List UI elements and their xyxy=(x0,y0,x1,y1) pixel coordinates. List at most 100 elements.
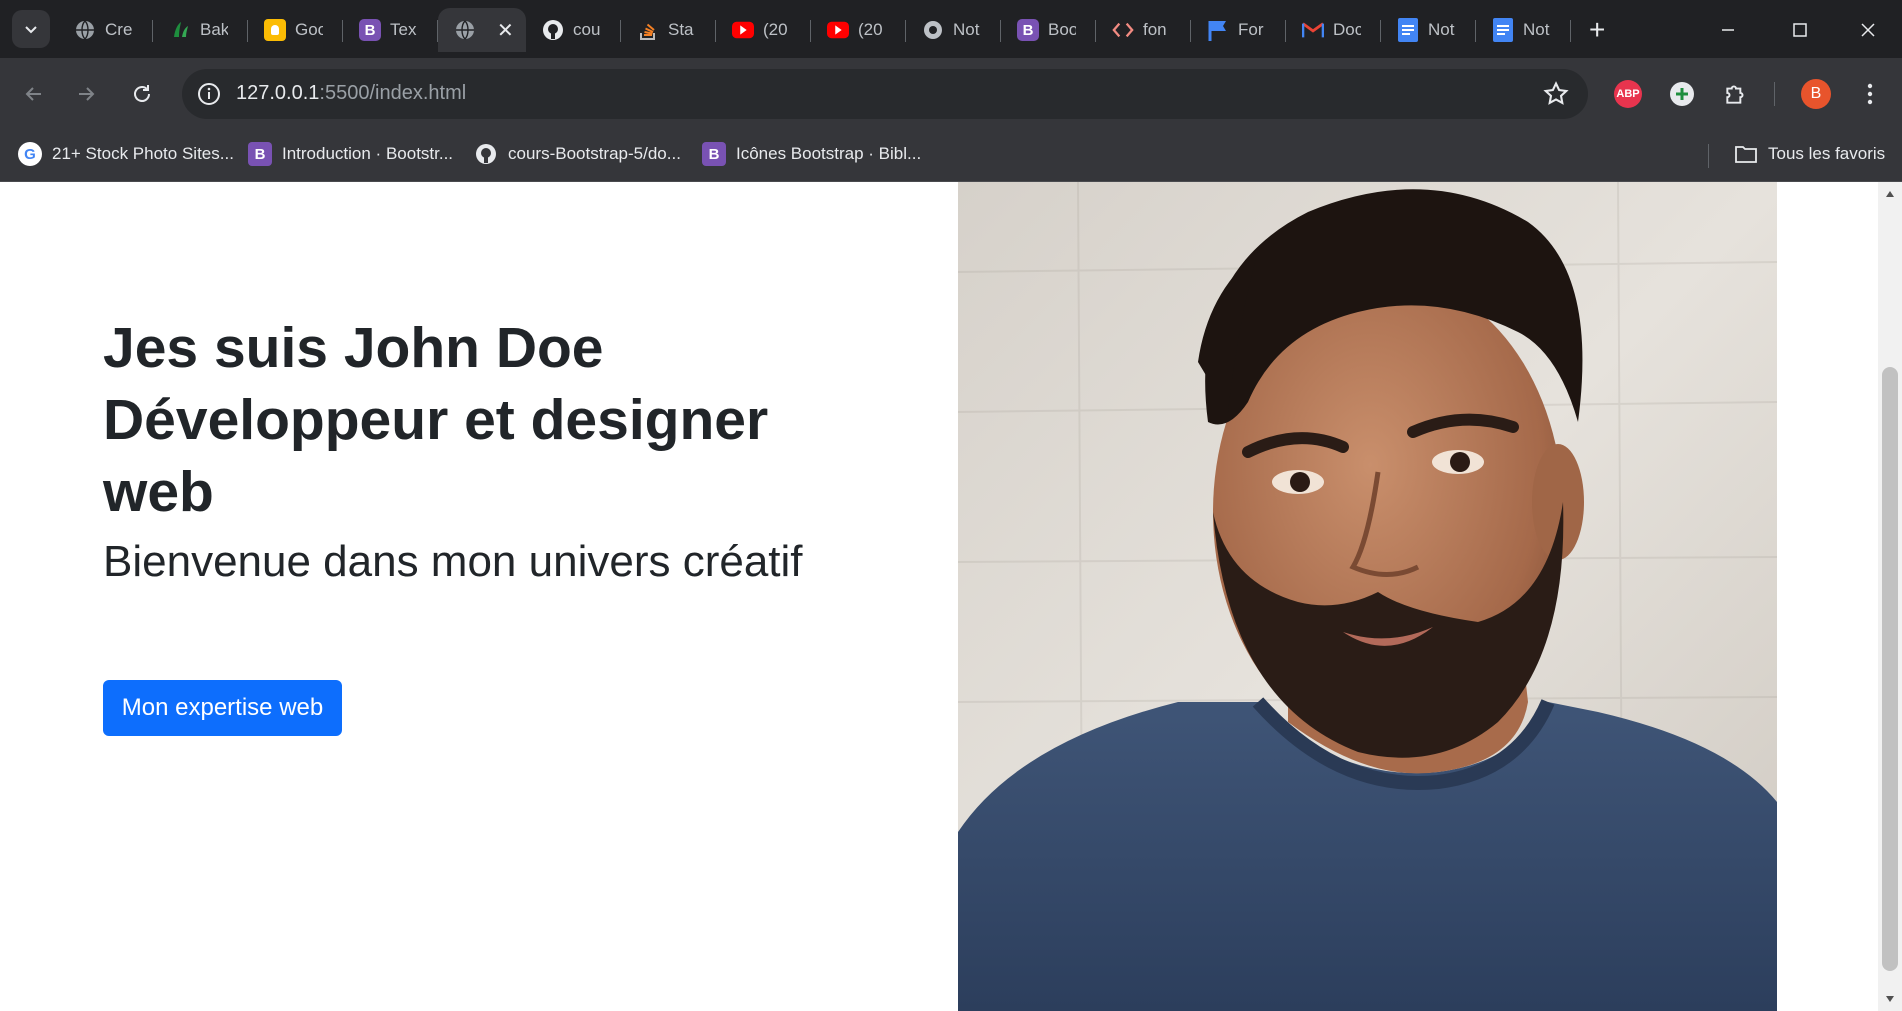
adblock-icon: ABP xyxy=(1614,80,1642,108)
close-window-button[interactable] xyxy=(1840,10,1896,50)
flag-icon xyxy=(1207,19,1229,41)
tab-title: Tex xyxy=(390,20,417,39)
kebab-menu-icon xyxy=(1867,83,1873,105)
tab[interactable]: B Boo xyxy=(1001,8,1096,52)
tab-title: Doc xyxy=(1333,20,1361,39)
bookmark-star-icon[interactable] xyxy=(1542,80,1570,108)
tab[interactable]: cou xyxy=(526,8,621,52)
reload-button[interactable] xyxy=(120,72,164,116)
adblock-extension-button[interactable]: ABP xyxy=(1612,78,1644,110)
info-icon[interactable] xyxy=(196,81,222,107)
title-line: Jes suis John Doe xyxy=(103,316,604,380)
scroll-down-button[interactable] xyxy=(1878,987,1902,1011)
tab-title: Cre xyxy=(105,20,133,39)
stackoverflow-icon xyxy=(637,19,659,41)
tab[interactable]: Cre xyxy=(58,8,153,52)
menu-button[interactable] xyxy=(1854,78,1886,110)
bookmark-item[interactable]: cours-Bootstrap-5/do... xyxy=(474,142,681,166)
new-tab-button[interactable]: + xyxy=(1571,8,1605,58)
title-line: web xyxy=(103,460,214,524)
reload-icon xyxy=(134,85,150,102)
tab[interactable]: fon xyxy=(1096,8,1191,52)
tab[interactable]: Doc xyxy=(1286,8,1381,52)
page-title: Jes suis John Doe Développeur et designe… xyxy=(103,312,923,528)
tab-strip: Cre Bak Goo B Tex ✕ cou Sta (20 (20 Not B Boo fon For D… xyxy=(0,0,1902,58)
minimize-button[interactable] xyxy=(1700,10,1756,50)
code-icon xyxy=(1112,19,1134,41)
avatar: B xyxy=(1801,79,1831,109)
all-bookmarks-button[interactable]: Tous les favoris xyxy=(1734,142,1885,166)
tab-title: Goo xyxy=(295,20,323,39)
tab-list: Cre Bak Goo B Tex ✕ cou Sta (20 (20 Not B Boo fon For D… xyxy=(58,8,1605,58)
address-bar[interactable]: 127.0.0.1:5500/index.html xyxy=(182,69,1588,119)
bookmark-item[interactable]: B Introduction · Bootstr... xyxy=(248,142,453,166)
tab-title: Boo xyxy=(1048,20,1076,39)
github-icon xyxy=(542,19,564,41)
bookmark-label: Icônes Bootstrap · Bibl... xyxy=(736,144,922,163)
caret-up-icon xyxy=(1886,191,1894,197)
page-subtitle: Bienvenue dans mon univers créatif xyxy=(103,537,803,586)
page-viewport: Jes suis John Doe Développeur et designe… xyxy=(0,182,1902,1011)
folder-icon xyxy=(1734,142,1758,166)
forward-button[interactable] xyxy=(64,72,108,116)
arrow-left-icon xyxy=(25,87,41,101)
toolbar-divider xyxy=(1774,82,1775,106)
tab-active[interactable]: ✕ xyxy=(438,8,526,52)
tab-title: Not xyxy=(1428,20,1455,39)
docs-icon xyxy=(1492,18,1514,42)
tab[interactable]: Not xyxy=(1476,8,1571,52)
bookmark-label: 21+ Stock Photo Sites... xyxy=(52,144,234,163)
youtube-icon xyxy=(732,19,754,41)
tab-title: cou xyxy=(573,20,601,39)
profile-button[interactable]: B xyxy=(1800,78,1832,110)
tab[interactable]: Bak xyxy=(153,8,248,52)
tab[interactable]: (20 xyxy=(811,8,906,52)
scrollbar-thumb[interactable] xyxy=(1882,367,1898,971)
page-scrollbar[interactable] xyxy=(1878,182,1902,1011)
tab-title: Sta xyxy=(668,20,694,39)
tab-title: (20 xyxy=(763,20,788,39)
expertise-button[interactable]: Mon expertise web xyxy=(103,680,342,736)
minimize-icon xyxy=(1722,29,1734,31)
globe-icon xyxy=(454,19,476,41)
title-line: Développeur et designer xyxy=(103,388,769,452)
add-extension-button[interactable] xyxy=(1666,78,1698,110)
bookmark-label: Introduction · Bootstr... xyxy=(282,144,454,163)
arrow-right-icon xyxy=(79,87,95,101)
chevron-down-icon xyxy=(25,26,37,34)
bootstrap-icon: B xyxy=(702,142,726,166)
bookmark-item[interactable]: B Icônes Bootstrap · Bibl... xyxy=(702,142,921,166)
maximize-icon xyxy=(1793,23,1807,37)
tab-title: (20 xyxy=(858,20,883,39)
scroll-up-button[interactable] xyxy=(1878,182,1902,206)
keep-icon xyxy=(264,19,286,41)
gmail-icon xyxy=(1302,19,1324,41)
tab[interactable]: Not xyxy=(1381,8,1476,52)
maximize-button[interactable] xyxy=(1772,10,1828,50)
tab-title: Not xyxy=(953,20,980,39)
github-icon xyxy=(474,142,498,166)
bookmarks-divider xyxy=(1708,144,1709,168)
tab-search-button[interactable] xyxy=(12,10,50,48)
puzzle-icon xyxy=(1726,85,1744,104)
chrome-icon xyxy=(922,19,944,41)
globe-icon xyxy=(74,19,96,41)
tab[interactable]: Goo xyxy=(248,8,343,52)
portrait-photo xyxy=(958,182,1777,1011)
close-tab-icon[interactable]: ✕ xyxy=(497,18,514,43)
bookmark-label: cours-Bootstrap-5/do... xyxy=(508,144,681,163)
hero-text: Jes suis John Doe Développeur et designe… xyxy=(103,312,923,590)
plus-circle-icon xyxy=(1670,82,1694,106)
tab[interactable]: Not xyxy=(906,8,1001,52)
bookmark-item[interactable]: G 21+ Stock Photo Sites... xyxy=(18,142,234,166)
tab[interactable]: For xyxy=(1191,8,1286,52)
tab[interactable]: Sta xyxy=(621,8,716,52)
tab-title: Bak xyxy=(200,20,228,39)
google-icon: G xyxy=(18,142,42,166)
docs-icon xyxy=(1397,18,1419,42)
extensions-button[interactable] xyxy=(1720,78,1752,110)
tab[interactable]: B Tex xyxy=(343,8,438,52)
back-button[interactable] xyxy=(12,72,56,116)
url-text: 127.0.0.1:5500/index.html xyxy=(236,82,467,104)
tab[interactable]: (20 xyxy=(716,8,811,52)
